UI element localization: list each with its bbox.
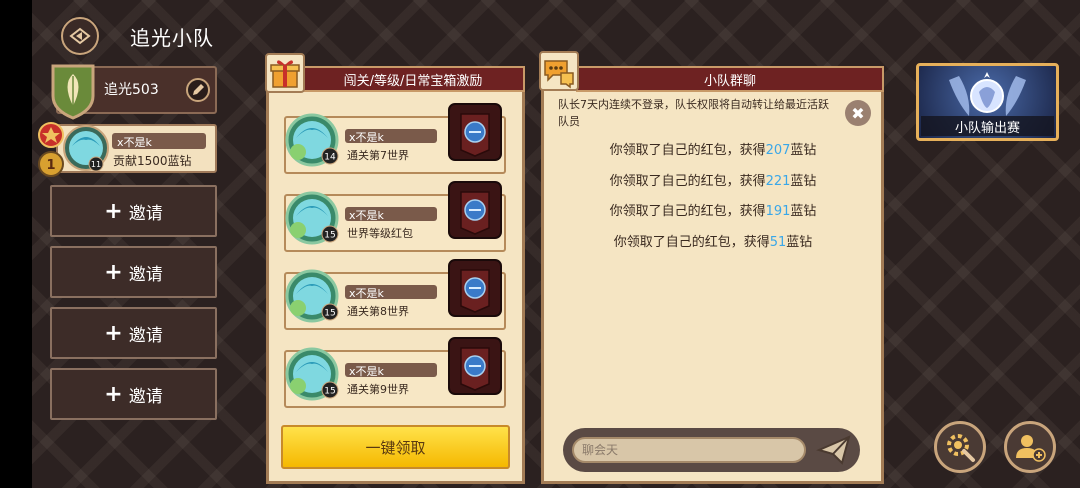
chat-message-text: 你领取了自己的红包，获得 bbox=[609, 143, 766, 158]
reward-description: 通关第9世界 bbox=[347, 383, 409, 396]
chat-message-unit: 蓝钻 bbox=[790, 174, 817, 189]
reward-avatar: 15 bbox=[285, 347, 339, 401]
chat-message-amount: 221 bbox=[765, 174, 791, 189]
chat-message-text: 你领取了自己的红包，获得 bbox=[613, 235, 770, 250]
rewards-panel-header: 闯关/等级/日常宝箱激励 bbox=[301, 66, 525, 92]
reward-level: 14 bbox=[324, 153, 336, 163]
settings-button[interactable] bbox=[934, 421, 986, 473]
member-contribution: 贡献1500蓝钻 bbox=[113, 154, 192, 168]
chest-icon[interactable] bbox=[447, 180, 503, 240]
chat-message-amount: 207 bbox=[765, 143, 791, 158]
leader-notice: 队长7天内连续不登录，队长权限将自动转让给最近活跃队员 bbox=[558, 98, 829, 128]
chat-input[interactable] bbox=[572, 437, 806, 463]
chat-bubble-icon bbox=[539, 51, 579, 91]
reward-name: x不是k bbox=[349, 287, 384, 300]
reward-description: 世界等级红包 bbox=[347, 227, 413, 240]
captain-badge-icon bbox=[38, 122, 64, 148]
chat-message-unit: 蓝钻 bbox=[790, 143, 817, 158]
invite-label: 邀请 bbox=[128, 264, 163, 285]
invite-label: 邀请 bbox=[128, 203, 163, 224]
invite-button[interactable]: + 邀请 bbox=[50, 368, 217, 420]
member-rank: 1 bbox=[46, 158, 55, 173]
member-name: x不是k bbox=[117, 136, 152, 149]
gift-icon bbox=[265, 53, 305, 93]
event-label: 小队输出赛 bbox=[921, 116, 1054, 136]
reward-level: 15 bbox=[324, 231, 335, 241]
add-member-icon bbox=[1016, 435, 1046, 462]
edit-icon bbox=[193, 84, 204, 95]
leaf-shield-icon bbox=[51, 64, 95, 120]
close-notice-button[interactable]: ✖ bbox=[845, 100, 871, 126]
member-avatar: 11 bbox=[63, 125, 109, 172]
reward-avatar: 14 bbox=[285, 113, 339, 167]
team-name: 追光503 bbox=[104, 82, 159, 98]
claim-all-button[interactable]: 一键领取 bbox=[281, 425, 510, 469]
chat-message-text: 你领取了自己的红包，获得 bbox=[609, 174, 766, 189]
back-icon bbox=[69, 27, 91, 45]
reward-description: 通关第8世界 bbox=[347, 305, 409, 318]
settings-gear-icon bbox=[947, 434, 975, 462]
chest-icon[interactable] bbox=[447, 258, 503, 318]
invite-button[interactable]: + 邀请 bbox=[50, 307, 217, 359]
chat-message-amount: 191 bbox=[765, 204, 791, 219]
edit-team-button[interactable] bbox=[186, 78, 210, 102]
rewards-panel-title: 闯关/等级/日常宝箱激励 bbox=[343, 73, 483, 89]
reward-name: x不是k bbox=[349, 209, 384, 222]
plus-icon: + bbox=[104, 320, 123, 346]
plus-icon: + bbox=[104, 259, 123, 285]
chat-message-text: 你领取了自己的红包，获得 bbox=[609, 204, 766, 219]
chat-message: 你领取了自己的红包，获得221蓝钻 bbox=[548, 170, 878, 189]
chest-icon[interactable] bbox=[447, 102, 503, 162]
chat-message-unit: 蓝钻 bbox=[790, 204, 817, 219]
reward-description: 通关第7世界 bbox=[347, 149, 409, 162]
reward-avatar: 15 bbox=[285, 191, 339, 245]
invite-button[interactable]: + 邀请 bbox=[50, 185, 217, 237]
chat-message: 你领取了自己的红包，获得207蓝钻 bbox=[548, 139, 878, 158]
chat-panel-title: 小队群聊 bbox=[703, 73, 756, 89]
reward-name: x不是k bbox=[349, 365, 384, 378]
close-icon: ✖ bbox=[851, 103, 865, 123]
invite-label: 邀请 bbox=[128, 386, 163, 407]
member-level: 11 bbox=[91, 160, 101, 169]
chat-message-amount: 51 bbox=[769, 235, 787, 250]
back-button[interactable] bbox=[61, 17, 99, 55]
plus-icon: + bbox=[104, 381, 123, 407]
chat-message: 你领取了自己的红包，获得51蓝钻 bbox=[548, 231, 878, 250]
invite-label: 邀请 bbox=[128, 325, 163, 346]
send-icon[interactable] bbox=[816, 434, 852, 466]
chat-message-unit: 蓝钻 bbox=[786, 235, 813, 250]
chat-panel-header: 小队群聊 bbox=[576, 66, 884, 92]
chest-icon[interactable] bbox=[447, 336, 503, 396]
add-member-button[interactable] bbox=[1004, 421, 1056, 473]
invite-button[interactable]: + 邀请 bbox=[50, 246, 217, 298]
reward-name: x不是k bbox=[349, 131, 384, 144]
page-title: 追光小队 bbox=[130, 26, 214, 50]
reward-avatar: 15 bbox=[285, 269, 339, 323]
chat-message: 你领取了自己的红包，获得191蓝钻 bbox=[548, 200, 878, 219]
plus-icon: + bbox=[104, 198, 123, 224]
rank-badge: 1 bbox=[38, 151, 64, 177]
left-edge bbox=[0, 0, 32, 488]
reward-level: 15 bbox=[324, 309, 335, 319]
reward-level: 15 bbox=[324, 387, 335, 397]
